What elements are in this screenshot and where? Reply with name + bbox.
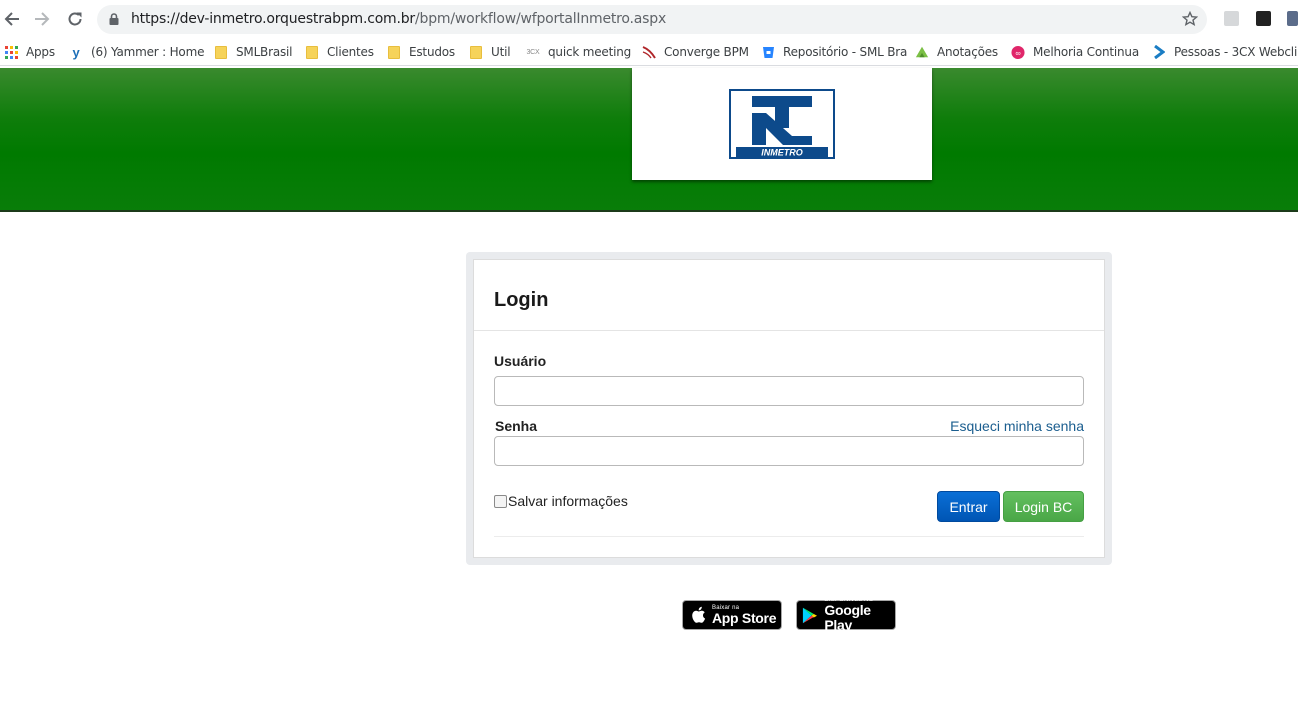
folder-icon [214,45,228,59]
password-input[interactable] [494,436,1084,466]
bookmark-estudos[interactable]: Estudos [387,44,455,60]
extension-icon[interactable] [1224,11,1239,26]
folder-icon [305,45,319,59]
repository-icon [761,45,775,59]
username-label: Usuário [494,353,547,369]
notes-icon [915,45,929,59]
browser-toolbar: https://dev-inmetro.orquestrabpm.com.br/… [0,0,1298,38]
melhoria-icon: ∞ [1011,45,1025,59]
folder-icon [469,45,483,59]
enter-button[interactable]: Entrar [937,491,1000,522]
bookmark-pessoas-3cx[interactable]: Pessoas - 3CX Webcli [1152,44,1297,60]
logo-container: INMETRO [632,68,932,180]
google-play-text: Google Play [824,602,871,633]
svg-text:∞: ∞ [1015,48,1020,57]
converge-icon [642,45,656,59]
login-panel: Login Usuário Senha Esqueci minha senha … [473,259,1105,558]
inmetro-logo: INMETRO [729,89,835,159]
apps-grid-icon [4,45,18,59]
bookmark-label: Repositório - SML Bra [783,45,908,59]
3cx-icon: 3CX [526,48,540,56]
bookmark-label: (6) Yammer : Home [91,45,205,59]
login-bc-button[interactable]: Login BC [1003,491,1084,522]
3cx-extension-icon[interactable] [1256,11,1271,26]
svg-text:INMETRO: INMETRO [761,148,803,158]
url-text: https://dev-inmetro.orquestrabpm.com.br/… [131,11,667,27]
bookmarks-bar: Apps y (6) Yammer : Home SMLBrasil Clien… [0,38,1298,66]
bookmark-util[interactable]: Util [469,44,511,60]
app-store-badge[interactable]: Baixar na App Store [682,600,782,630]
remember-me-checkbox[interactable] [494,494,507,508]
bookmark-label: quick meeting [548,45,632,59]
divider [474,330,1104,331]
forward-arrow-icon [35,12,50,26]
app-store-text: App Store [712,609,777,626]
apple-icon [692,606,706,623]
bookmark-label: Estudos [409,45,455,59]
extension-icon[interactable] [1287,11,1298,26]
bookmark-label: Pessoas - 3CX Webcli [1174,45,1298,59]
reload-icon [68,12,82,26]
reload-button[interactable] [63,7,87,31]
google-play-badge[interactable]: DISPONÍVEL NO Google Play [796,597,896,633]
bookmark-repositorio[interactable]: Repositório - SML Bra [761,44,907,60]
username-input[interactable] [494,376,1084,406]
bookmark-label: Anotações [937,45,998,59]
lock-icon [109,13,119,25]
forgot-password-link[interactable]: Esqueci minha senha [950,418,1084,434]
remember-me-label: Salvar informações [508,493,628,509]
remember-me-row: Salvar informações [494,493,628,509]
back-button[interactable] [0,7,24,31]
bookmark-label: Converge BPM [664,45,749,59]
bookmark-label: Melhoria Continua [1033,45,1139,59]
google-play-icon [802,607,818,623]
bookmark-label: Apps [26,45,55,59]
back-arrow-icon [4,12,19,26]
login-title: Login [494,289,549,311]
bookmark-label: Clientes [327,45,374,59]
bookmark-clientes[interactable]: Clientes [305,44,374,60]
bookmark-label: Util [491,45,511,59]
divider [494,536,1084,537]
bookmark-star-icon[interactable] [1182,11,1198,27]
folder-icon [387,45,401,59]
bookmark-melhoria-continua[interactable]: ∞ Melhoria Continua [1011,44,1139,60]
password-label: Senha [495,418,538,434]
bookmark-yammer[interactable]: y (6) Yammer : Home [69,44,204,60]
chevron-icon [1152,45,1166,59]
address-bar[interactable]: https://dev-inmetro.orquestrabpm.com.br/… [97,5,1207,34]
bookmark-converge-bpm[interactable]: Converge BPM [642,44,749,60]
forward-button[interactable] [30,7,54,31]
bookmark-quick-meeting[interactable]: 3CX quick meeting [526,44,631,60]
yammer-icon: y [72,44,80,60]
bookmark-apps[interactable]: Apps [4,44,55,60]
bookmark-label: SMLBrasil [236,45,293,59]
inmetro-logo-icon: INMETRO [736,96,828,158]
bookmark-smlbrasil[interactable]: SMLBrasil [214,44,292,60]
bookmark-anotacoes[interactable]: Anotações [915,44,998,60]
